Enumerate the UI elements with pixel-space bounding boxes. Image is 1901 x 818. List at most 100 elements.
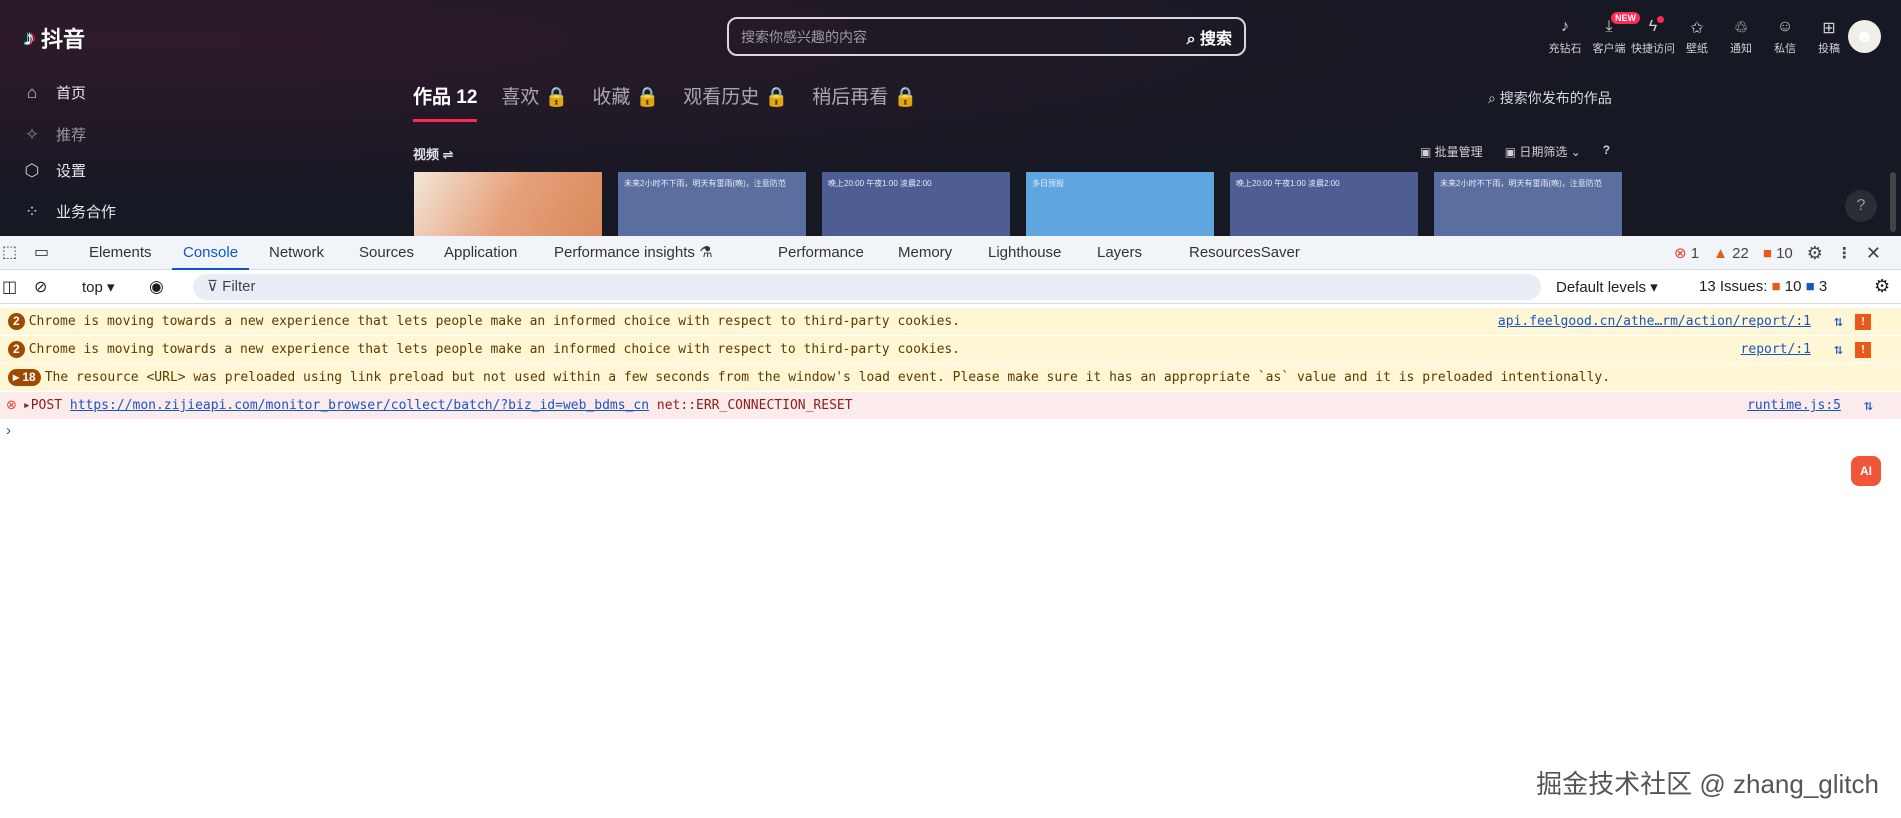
plus-icon: ⊞ <box>1822 20 1836 37</box>
error-icon: ⊗ <box>1674 245 1687 262</box>
message-source-link[interactable]: api.feelgood.cn/athe…rm/action/report/:1 <box>1498 308 1811 335</box>
douyin-page: ♪ 抖音 ⌂ 首页 ✧ 推荐 ⬡ 设置 ⁘ 业务合作 搜索你感兴趣的内容 ⌕ 搜索 ♪ 充钻石… <box>0 0 1901 236</box>
sidebar-item-settings[interactable]: ⬡ 设置 <box>22 160 222 181</box>
device-toolbar-icon[interactable]: ▭ <box>34 236 49 270</box>
console-message[interactable]: ⊗ ▸ POST https://mon.zijieapi.com/monitor… <box>0 392 1901 419</box>
batch-manage-button[interactable]: ▣ 批量管理 <box>1420 143 1483 160</box>
search-button[interactable]: ⌕ 搜索 <box>1187 25 1232 49</box>
filter-icon: ⊽ <box>207 278 223 295</box>
sparkle-icon: ✧ <box>24 124 40 144</box>
tab-watch-later[interactable]: 稍后再看 🔒 <box>812 82 917 122</box>
network-request-icon[interactable]: ⇅ <box>1864 392 1873 419</box>
search-works-button[interactable]: ⌕ 搜索你发布的作品 <box>1488 88 1612 108</box>
warning-count[interactable]: ▲ 22 <box>1713 245 1749 262</box>
grid-icon: ⁘ <box>24 201 40 221</box>
issue-icon: ■ <box>1771 278 1781 295</box>
console-message[interactable]: ▸ 18 The resource <URL> was preloaded usi… <box>0 364 1901 391</box>
tab-elements[interactable]: Elements <box>89 236 152 270</box>
search-icon: ⌕ <box>1488 90 1500 106</box>
devtools-tab-bar: ⬚ ▭ Elements Console Network Sources App… <box>0 236 1901 270</box>
tab-resourcessaver[interactable]: ResourcesSaver <box>1189 236 1300 270</box>
sidebar-item-business[interactable]: ⁘ 业务合作 <box>22 201 222 222</box>
tab-history[interactable]: 观看历史 🔒 <box>683 82 788 122</box>
top-icons: ♪ 充钻石 ⤓ NEW 客户端 ϟ 快捷访问 ✩ 壁纸 ♲ 通知 ☺ 私信 ⊞ 投稿 <box>1543 12 1851 56</box>
console-toolbar: ◫ ⊘ top ▾ ◉ ⊽ Filter Default levels ▾ 13… <box>0 270 1901 304</box>
issues-button[interactable]: 13 Issues: ■ 10 ■ 3 <box>1699 278 1827 295</box>
douyin-logo[interactable]: ♪ 抖音 <box>24 22 85 54</box>
tab-memory[interactable]: Memory <box>898 236 952 270</box>
video-thumbnail[interactable]: 未来2小时不下雨，明天有雷雨(晚)，注意防范 <box>1434 172 1622 236</box>
wallpaper-button[interactable]: ✩ 壁纸 <box>1675 18 1719 56</box>
tab-network[interactable]: Network <box>269 236 324 270</box>
info-icon: ■ <box>1805 278 1815 295</box>
tab-application[interactable]: Application <box>444 236 517 270</box>
tab-performance[interactable]: Performance <box>778 236 864 270</box>
network-request-icon[interactable]: ⇅ <box>1834 336 1843 363</box>
levels-dropdown[interactable]: Default levels ▾ <box>1556 278 1658 296</box>
tab-lighthouse[interactable]: Lighthouse <box>988 236 1061 270</box>
issue-icon[interactable]: ! <box>1855 313 1871 330</box>
console-settings-icon[interactable]: ⚙ <box>1874 276 1890 297</box>
date-filter-button[interactable]: ▣ 日期筛选 ⌄ <box>1505 143 1581 160</box>
video-thumbnail[interactable] <box>414 172 602 236</box>
clear-console-icon[interactable]: ⊘ <box>34 277 47 297</box>
network-request-icon[interactable]: ⇅ <box>1834 308 1843 335</box>
expand-group[interactable]: ▸ 18 <box>8 369 41 386</box>
inspect-element-icon[interactable]: ⬚ <box>2 236 17 270</box>
expand-arrow-icon[interactable]: ▸ <box>23 392 31 419</box>
video-thumbnail[interactable]: 晚上20:00 午夜1:00 凌晨2:00 <box>822 172 1010 236</box>
video-thumbnail[interactable]: 未来2小时不下雨，明天有雷雨(晚)，注意防范 <box>618 172 806 236</box>
tab-layers[interactable]: Layers <box>1097 236 1142 270</box>
wallpaper-icon: ✩ <box>1690 20 1704 37</box>
tab-favorites[interactable]: 收藏 🔒 <box>592 82 659 122</box>
client-button[interactable]: ⤓ NEW 客户端 <box>1587 12 1640 56</box>
messages-button[interactable]: ☺ 私信 <box>1763 18 1807 56</box>
quick-access-button[interactable]: ϟ 快捷访问 <box>1631 16 1675 56</box>
recharge-button[interactable]: ♪ 充钻石 <box>1543 18 1587 56</box>
help-float-button[interactable]: ? <box>1845 190 1877 222</box>
help-icon[interactable]: ? <box>1603 143 1610 160</box>
devtools-panel: ⬚ ▭ Elements Console Network Sources App… <box>0 236 1901 818</box>
scrollbar[interactable] <box>1890 172 1896 232</box>
message-source-link[interactable]: runtime.js:5 <box>1747 392 1841 419</box>
close-icon[interactable]: ✕ <box>1866 243 1881 264</box>
lightning-icon: ϟ <box>1648 18 1658 35</box>
context-select[interactable]: top ▾ <box>82 278 115 296</box>
issue-icon[interactable]: ! <box>1855 341 1871 358</box>
upload-button[interactable]: ⊞ 投稿 <box>1807 18 1851 56</box>
video-thumbnail[interactable]: 晚上20:00 午夜1:00 凌晨2:00 <box>1230 172 1418 236</box>
profile-tabs: 作品 12 喜欢 🔒 收藏 🔒 观看历史 🔒 稍后再看 🔒 <box>413 82 917 122</box>
home-icon: ⌂ <box>26 82 38 102</box>
video-grid: 未来2小时不下雨，明天有雷雨(晚)，注意防范 晚上20:00 午夜1:00 凌晨… <box>414 172 1622 236</box>
console-message[interactable]: 2 Chrome is moving towards a new experien… <box>0 308 1901 335</box>
message-source-link[interactable]: report/:1 <box>1741 336 1811 363</box>
video-thumbnail[interactable]: 多日预报 <box>1026 172 1214 236</box>
eye-icon[interactable]: ◉ <box>149 277 164 297</box>
console-prompt[interactable]: › <box>6 422 11 439</box>
tab-sources[interactable]: Sources <box>359 236 414 270</box>
error-icon: ⊗ <box>6 398 17 413</box>
sidebar-toggle-icon[interactable]: ◫ <box>2 277 17 297</box>
section-video[interactable]: 视频 ⇌ <box>413 144 454 163</box>
notification-dot <box>1657 16 1664 23</box>
tab-likes[interactable]: 喜欢 🔒 <box>501 82 568 122</box>
more-icon[interactable]: ⋮ <box>1837 244 1852 262</box>
avatar[interactable]: ☻ <box>1848 20 1881 53</box>
console-message[interactable]: 2 Chrome is moving towards a new experien… <box>0 336 1901 363</box>
filter-input[interactable]: ⊽ Filter <box>193 274 1541 300</box>
issues-count[interactable]: ■ 10 <box>1763 245 1793 262</box>
error-count[interactable]: ⊗ 1 <box>1674 244 1699 262</box>
sidebar-item-recommend[interactable]: ✧ 推荐 <box>22 124 222 145</box>
request-url-link[interactable]: https://mon.zijieapi.com/monitor_browser… <box>70 392 649 419</box>
tab-works[interactable]: 作品 12 <box>413 82 478 122</box>
tab-console[interactable]: Console <box>172 236 250 270</box>
notification-button[interactable]: ♲ 通知 <box>1719 18 1763 56</box>
tiktok-logo-icon: ♪ <box>24 25 35 50</box>
gear-icon[interactable]: ⚙ <box>1807 243 1823 264</box>
search-icon: ⌕ <box>1186 30 1200 48</box>
ai-assistant-button[interactable]: AI <box>1851 456 1881 486</box>
search-input[interactable]: 搜索你感兴趣的内容 ⌕ 搜索 <box>727 17 1246 56</box>
sidebar-item-home[interactable]: ⌂ 首页 <box>22 82 222 103</box>
devtools-status: ⊗ 1 ▲ 22 ■ 10 ⚙ ⋮ ✕ <box>1674 236 1881 270</box>
tab-performance-insights[interactable]: Performance insights ⚗ <box>554 236 713 270</box>
